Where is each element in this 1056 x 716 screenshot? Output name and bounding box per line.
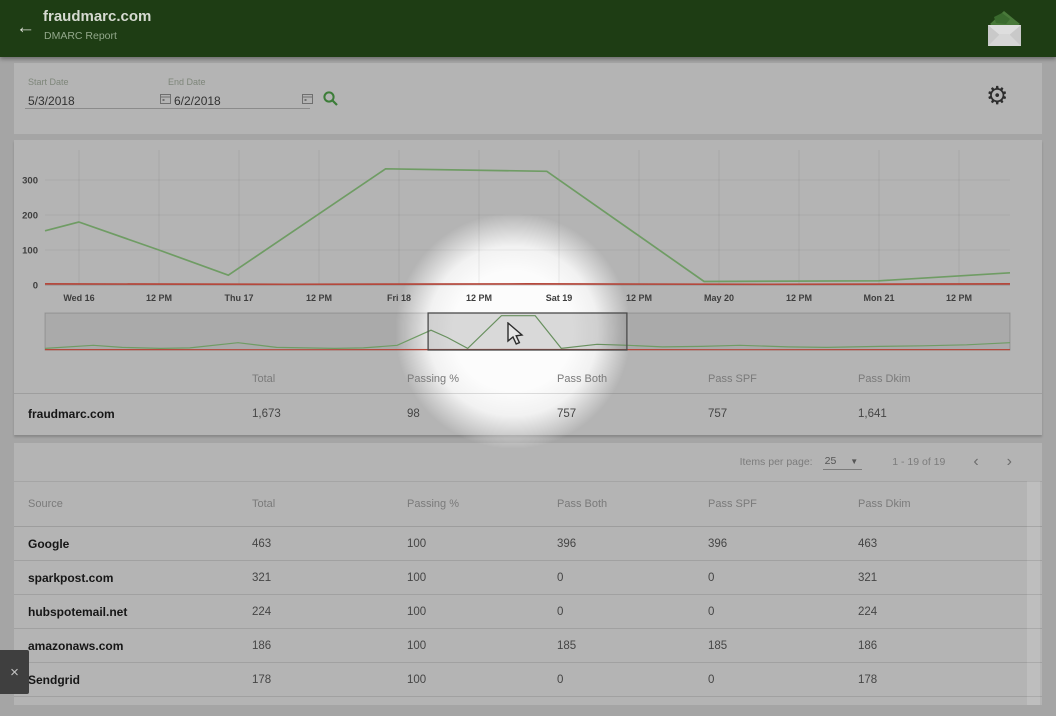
items-per-page-select[interactable]: 25▼ (823, 455, 863, 470)
row-pass-both: 185 (557, 640, 708, 652)
row-total: 186 (252, 640, 407, 652)
summary-pass-dkim: 1,641 (858, 408, 1042, 420)
table-row[interactable]: Sendgrid 178 100 0 0 178 (14, 663, 1042, 697)
row-total: 463 (252, 538, 407, 550)
chart-card: Total Passing % Pass Both Pass SPF Pass … (14, 140, 1042, 435)
col-passing: Passing % (407, 498, 557, 510)
page-subtitle: DMARC Report (44, 30, 117, 42)
items-per-page-label: Items per page: (740, 456, 813, 468)
row-pass-dkim: 178 (858, 674, 1042, 686)
source-table-card: Items per page: 25▼ 1 - 19 of 19 ‹ › Sou… (14, 443, 1042, 705)
summary-col-pass-dkim: Pass Dkim (858, 373, 1042, 385)
summary-total: 1,673 (252, 408, 407, 420)
row-passing: 100 (407, 572, 557, 584)
row-pass-both: 0 (557, 674, 708, 686)
row-pass-dkim: 321 (858, 572, 1042, 584)
row-total: 224 (252, 606, 407, 618)
close-overlay-button[interactable]: × (0, 650, 29, 694)
calendar-icon[interactable] (160, 93, 171, 104)
summary-col-passing: Passing % (407, 373, 557, 385)
row-pass-dkim: 463 (858, 538, 1042, 550)
end-date-label: End Date (168, 77, 206, 87)
summary-table: Total Passing % Pass Both Pass SPF Pass … (14, 364, 1042, 434)
row-source: hubspotemail.net (28, 605, 252, 619)
col-pass-dkim: Pass Dkim (858, 498, 1042, 510)
row-passing: 100 (407, 606, 557, 618)
date-field-underline (25, 108, 310, 109)
search-icon[interactable] (322, 90, 339, 107)
row-source: Sendgrid (28, 673, 252, 687)
col-pass-spf: Pass SPF (708, 498, 858, 510)
summary-pass-both: 757 (557, 408, 708, 420)
back-arrow-icon[interactable]: ← (16, 17, 35, 39)
row-source: Google (28, 537, 252, 551)
start-date-label: Start Date (28, 77, 69, 87)
row-source: sparkpost.com (28, 571, 252, 585)
table-row[interactable]: sparkpost.com 321 100 0 0 321 (14, 561, 1042, 595)
row-pass-spf: 0 (708, 606, 858, 618)
source-table-header: Source Total Passing % Pass Both Pass SP… (14, 481, 1042, 527)
col-total: Total (252, 498, 407, 510)
mouse-cursor (505, 322, 527, 346)
next-page-button[interactable]: › (1007, 454, 1012, 470)
row-pass-both: 0 (557, 606, 708, 618)
row-pass-dkim: 186 (858, 640, 1042, 652)
settings-gear-icon[interactable]: ⚙ (986, 81, 1008, 111)
summary-domain: fraudmarc.com (28, 407, 252, 421)
summary-col-pass-both: Pass Both (557, 373, 708, 385)
row-passing: 100 (407, 674, 557, 686)
page-title: fraudmarc.com (43, 8, 151, 25)
row-source: amazonaws.com (28, 639, 252, 653)
summary-passing: 98 (407, 408, 557, 420)
col-pass-both: Pass Both (557, 498, 708, 510)
summary-col-pass-spf: Pass SPF (708, 373, 858, 385)
row-pass-spf: 396 (708, 538, 858, 550)
row-passing: 100 (407, 538, 557, 550)
table-row[interactable]: hubspotemail.net 224 100 0 0 224 (14, 595, 1042, 629)
summary-row: fraudmarc.com 1,673 98 757 757 1,641 (14, 394, 1042, 434)
brush-selection[interactable] (428, 313, 627, 350)
row-pass-dkim: 224 (858, 606, 1042, 618)
end-date-input[interactable]: 6/2/2018 (174, 94, 221, 108)
page-range-label: 1 - 19 of 19 (892, 456, 945, 468)
row-total: 321 (252, 572, 407, 584)
app-bar: ← fraudmarc.com DMARC Report (0, 0, 1056, 57)
row-pass-spf: 0 (708, 674, 858, 686)
summary-col-total: Total (252, 373, 407, 385)
row-pass-both: 0 (557, 572, 708, 584)
start-date-input[interactable]: 5/3/2018 (28, 94, 75, 108)
paginator: Items per page: 25▼ 1 - 19 of 19 ‹ › (740, 443, 1012, 481)
row-passing: 100 (407, 640, 557, 652)
table-row[interactable]: amazonaws.com 186 100 185 185 186 (14, 629, 1042, 663)
row-pass-both: 396 (557, 538, 708, 550)
row-pass-spf: 0 (708, 572, 858, 584)
calendar-icon[interactable] (302, 93, 313, 104)
col-source: Source (28, 498, 252, 510)
row-total: 178 (252, 674, 407, 686)
envelope-logo-icon (982, 6, 1026, 52)
caret-down-icon: ▼ (850, 457, 858, 466)
table-row[interactable]: Google 463 100 396 396 463 (14, 527, 1042, 561)
row-pass-spf: 185 (708, 640, 858, 652)
prev-page-button[interactable]: ‹ (973, 454, 978, 470)
summary-pass-spf: 757 (708, 408, 858, 420)
date-filter-card: Start Date 5/3/2018 End Date 6/2/2018 ⚙ (14, 63, 1042, 134)
